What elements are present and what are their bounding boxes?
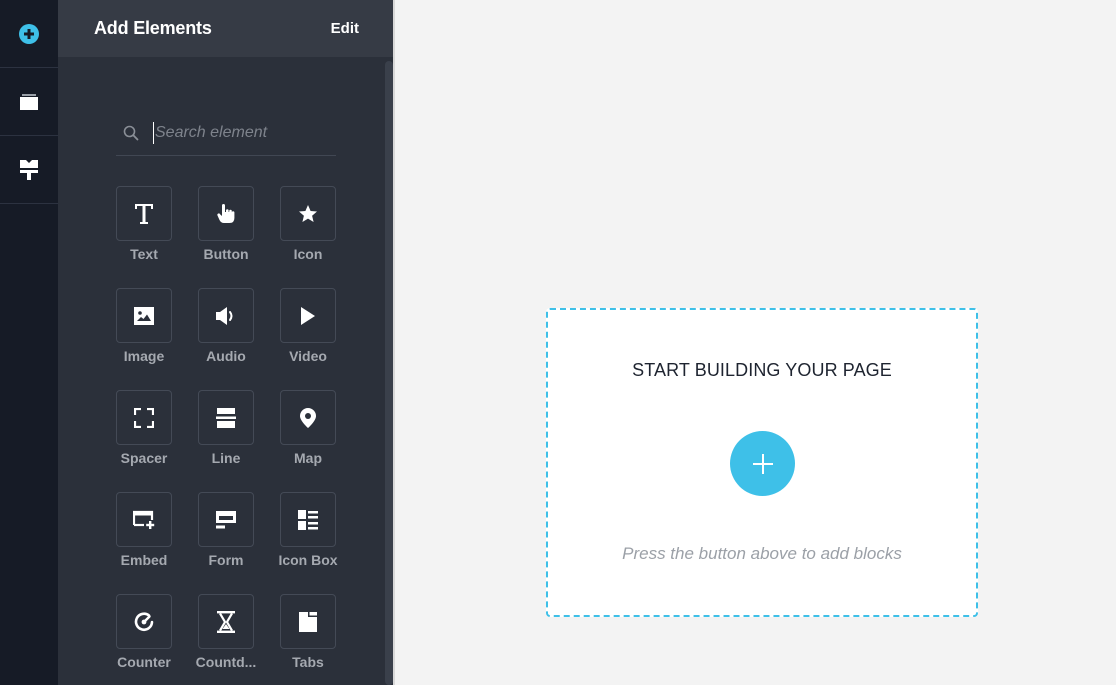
panel-header: Add Elements Edit: [58, 0, 395, 57]
plus-circle-icon: [19, 23, 39, 44]
tile-box: [116, 492, 172, 547]
canvas-hint: Press the button above to add blocks: [622, 544, 902, 563]
search-input[interactable]: [153, 121, 333, 144]
counter-gauge-icon: [134, 611, 154, 631]
image-icon: [134, 306, 154, 325]
tile-box: [280, 594, 336, 649]
tile-label: Video: [289, 348, 327, 364]
layers-icon: [20, 93, 38, 110]
tile-box: [116, 186, 172, 241]
rail-item-layers[interactable]: [0, 68, 58, 136]
plus-icon: [752, 453, 773, 474]
tile-box: [116, 390, 172, 445]
tile-box: [198, 390, 254, 445]
rail-item-design[interactable]: [0, 136, 58, 204]
tile-box: [280, 186, 336, 241]
tile-label: Icon: [293, 246, 323, 262]
panel-scrollbar[interactable]: [385, 61, 393, 685]
tile-box: [280, 288, 336, 343]
search-icon: [123, 125, 139, 140]
tile-label: Tabs: [292, 654, 324, 670]
tile-box: [198, 186, 254, 241]
tile-box: [280, 492, 336, 547]
rail-item-add-elements[interactable]: [0, 0, 58, 68]
tile-box: [116, 594, 172, 649]
element-tile-icon[interactable]: Icon: [280, 186, 336, 262]
play-icon: [301, 306, 315, 325]
spacer-icon: [134, 407, 154, 428]
element-tile-text[interactable]: Text: [116, 186, 172, 262]
search-bar: [116, 110, 336, 156]
element-tile-counter[interactable]: Counter: [116, 594, 172, 670]
element-tile-map[interactable]: Map: [280, 390, 336, 466]
tile-box: [198, 288, 254, 343]
tile-box: [116, 288, 172, 343]
panel-divider: [393, 0, 395, 685]
canvas-title: START BUILDING YOUR PAGE: [632, 360, 892, 380]
element-tile-countdown[interactable]: Countd...: [196, 594, 256, 670]
embed-icon: [133, 510, 155, 529]
tile-label: Icon Box: [278, 552, 338, 568]
hourglass-icon: [217, 610, 235, 633]
icon-box-icon: [298, 509, 318, 530]
tile-box: [198, 492, 254, 547]
element-tile-button[interactable]: Button: [198, 186, 254, 262]
edit-button[interactable]: Edit: [331, 20, 359, 37]
element-tile-spacer[interactable]: Spacer: [116, 390, 172, 466]
tabs-folder-icon: [299, 611, 317, 632]
star-icon: [299, 204, 317, 222]
form-icon: [216, 510, 236, 528]
element-tile-line[interactable]: Line: [198, 390, 254, 466]
panel-title: Add Elements: [94, 18, 212, 38]
elements-grid: Text Button Icon Image Audio Video Space…: [116, 186, 338, 670]
add-block-button[interactable]: [730, 431, 795, 496]
tile-box: [280, 390, 336, 445]
paint-roller-icon: [20, 159, 38, 180]
line-icon: [216, 407, 236, 428]
tile-label: Map: [294, 450, 322, 466]
element-tile-audio[interactable]: Audio: [198, 288, 254, 364]
element-tile-embed[interactable]: Embed: [116, 492, 172, 568]
map-pin-icon: [300, 407, 316, 428]
speaker-icon: [216, 306, 233, 325]
tile-box: [198, 594, 254, 649]
left-rail: [0, 0, 58, 685]
pointer-hand-icon: [217, 203, 235, 223]
element-tile-form[interactable]: Form: [198, 492, 254, 568]
element-tile-image[interactable]: Image: [116, 288, 172, 364]
empty-page-dropzone: START BUILDING YOUR PAGE Press the butto…: [546, 308, 978, 617]
add-elements-panel: Add Elements Edit Text Button: [58, 0, 395, 685]
text-icon: [135, 203, 153, 224]
element-tile-icon-box[interactable]: Icon Box: [278, 492, 338, 568]
element-tile-tabs[interactable]: Tabs: [280, 594, 336, 670]
element-tile-video[interactable]: Video: [280, 288, 336, 364]
